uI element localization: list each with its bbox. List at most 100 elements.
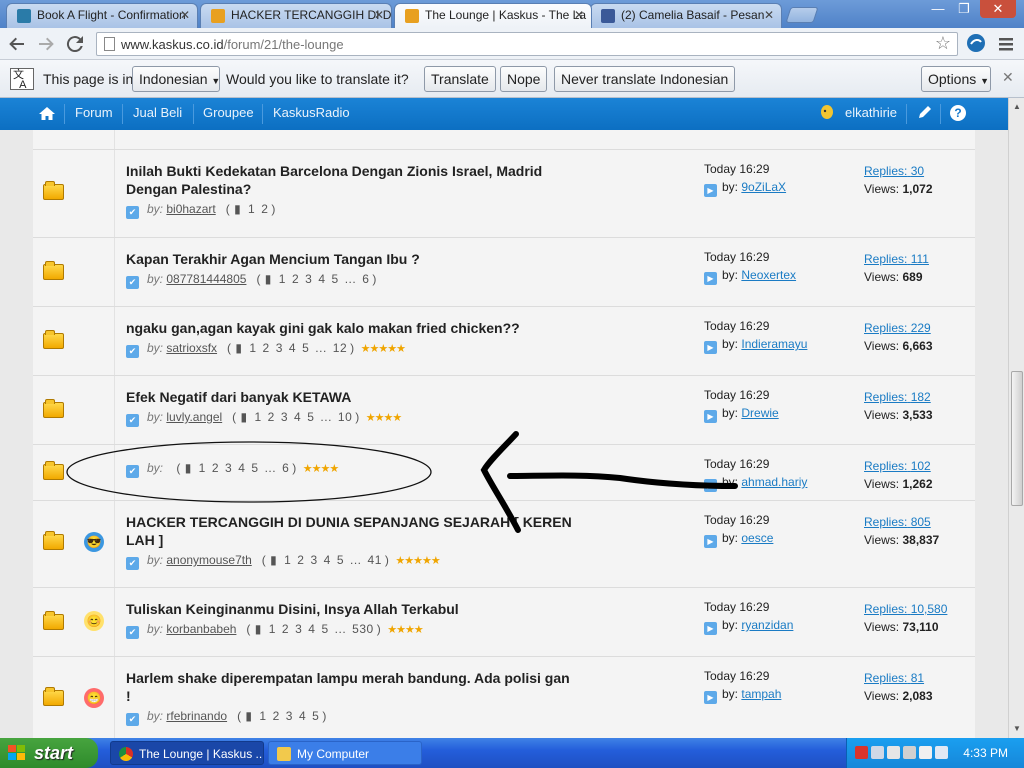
page-link[interactable]: 2 <box>212 461 219 475</box>
tray-antivirus-icon[interactable] <box>855 746 868 759</box>
scroll-up-icon[interactable]: ▲ <box>1011 100 1023 114</box>
address-bar[interactable]: www.kaskus.co.id/forum/21/the-lounge ☆ <box>96 32 958 56</box>
page-link[interactable]: 1 <box>254 410 261 424</box>
page-link[interactable]: 3 <box>295 622 302 636</box>
thread-toggle-icon[interactable]: ✔ <box>126 557 139 570</box>
page-link[interactable]: ... <box>335 622 347 636</box>
page-link[interactable]: 3 <box>286 709 293 723</box>
page-link[interactable]: 4 <box>289 341 296 355</box>
restore-button[interactable]: ❐ <box>954 0 974 18</box>
close-icon[interactable]: ✕ <box>574 4 584 27</box>
go-to-last-post-icon[interactable]: ▶ <box>704 622 717 635</box>
go-to-last-post-icon[interactable]: ▶ <box>704 341 717 354</box>
thread-title[interactable]: Tuliskan Keinginanmu Disini, Insya Allah… <box>126 600 576 618</box>
page-link[interactable]: 4 <box>318 272 325 286</box>
thread-title[interactable]: Inilah Bukti Kedekatan Barcelona Dengan … <box>126 162 576 198</box>
page-link[interactable]: 2 <box>268 410 275 424</box>
go-to-last-post-icon[interactable]: ▶ <box>704 184 717 197</box>
nav-item-kaskusradio[interactable]: KaskusRadio <box>273 98 350 130</box>
close-infobar-icon[interactable]: ✕ <box>1002 69 1014 86</box>
thread-row[interactable]: 😊 Tuliskan Keinginanmu Disini, Insya Alla… <box>33 588 975 657</box>
replies-link[interactable]: Replies: 30 <box>864 164 924 178</box>
bookmark-star-icon[interactable]: ☆ <box>935 33 951 54</box>
page-link[interactable]: 5 <box>332 272 339 286</box>
page-link[interactable]: 2 <box>273 709 280 723</box>
replies-link[interactable]: Replies: 805 <box>864 515 931 529</box>
replies-link[interactable]: Replies: 10,580 <box>864 602 947 616</box>
thread-row[interactable]: Kapan Terakhir Agan Mencium Tangan Ibu ?… <box>33 238 975 307</box>
page-link[interactable]: 5 <box>321 622 328 636</box>
page-link[interactable]: 3 <box>225 461 232 475</box>
translate-button[interactable]: Translate <box>424 66 496 92</box>
page-link[interactable]: 4 <box>299 709 306 723</box>
last-post-author[interactable]: Neoxertex <box>741 268 796 282</box>
replies-link[interactable]: Replies: 229 <box>864 321 931 335</box>
thread-title[interactable]: HACKER TERCANGGIH DI DUNIA SEPANJANG SEJ… <box>126 513 576 549</box>
page-link[interactable]: 4 <box>308 622 315 636</box>
tab-facebook[interactable]: (2) Camelia Basaif - Pesan ✕ <box>590 3 782 28</box>
page-link[interactable]: 3 <box>305 272 312 286</box>
minimize-button[interactable]: — <box>928 0 948 18</box>
tray-audio-icon[interactable] <box>887 746 900 759</box>
page-link[interactable]: 5 <box>302 341 309 355</box>
page-link[interactable]: 1 <box>279 272 286 286</box>
page-link[interactable]: 5 <box>312 709 319 723</box>
page-link[interactable]: 3 <box>276 341 283 355</box>
thread-toggle-icon[interactable]: ✔ <box>126 276 139 289</box>
thread-title[interactable]: Kapan Terakhir Agan Mencium Tangan Ibu ? <box>126 250 576 268</box>
page-link[interactable]: 4 <box>238 461 245 475</box>
taskbar-item-chrome[interactable]: The Lounge | Kaskus ... <box>110 741 264 765</box>
thread-toggle-icon[interactable]: ✔ <box>126 206 139 219</box>
nope-button[interactable]: Nope <box>500 66 548 92</box>
last-post-author[interactable]: 9oZiLaX <box>741 180 786 194</box>
thread-author[interactable]: satrioxsfx <box>166 341 217 355</box>
go-to-last-post-icon[interactable]: ▶ <box>704 691 717 704</box>
page-link[interactable]: 41 <box>368 553 382 567</box>
thread-author[interactable]: 087781444805 <box>166 272 246 286</box>
thread-row[interactable]: ✔ by: ( ▮ 1 2 3 4 5... 6) ★★★★ Today 16:29 ▶ by: a… <box>33 445 975 501</box>
page-link[interactable]: 1 <box>259 709 266 723</box>
page-link[interactable]: ... <box>345 272 357 286</box>
thread-title[interactable]: Harlem shake diperempatan lampu merah ba… <box>126 669 576 705</box>
scroll-down-icon[interactable]: ▼ <box>1011 722 1023 736</box>
nav-item-jual-beli[interactable]: Jual Beli <box>133 98 182 130</box>
last-post-author[interactable]: ryanzidan <box>741 618 793 632</box>
thread-toggle-icon[interactable]: ✔ <box>126 465 139 478</box>
go-to-last-post-icon[interactable]: ▶ <box>704 272 717 285</box>
tray-monitor-icon[interactable] <box>935 746 948 759</box>
tray-network-icon[interactable] <box>871 746 884 759</box>
thread-author[interactable]: anonymouse7th <box>166 553 251 567</box>
page-link[interactable]: 2 <box>261 202 268 216</box>
replies-link[interactable]: Replies: 111 <box>864 252 929 266</box>
page-link[interactable]: 10 <box>338 410 352 424</box>
page-link[interactable]: 2 <box>282 622 289 636</box>
back-button[interactable] <box>5 32 29 56</box>
thread-row[interactable]: 😎 HACKER TERCANGGIH DI DUNIA SEPANJANG SE… <box>33 501 975 588</box>
page-link[interactable]: 1 <box>199 461 206 475</box>
last-post-author[interactable]: ahmad.hariy <box>741 475 807 489</box>
last-post-author[interactable]: oesce <box>741 531 773 545</box>
thread-row[interactable]: 😁 Harlem shake diperempatan lampu merah b… <box>33 657 975 738</box>
nav-item-groupee[interactable]: Groupee <box>203 98 254 130</box>
close-window-button[interactable]: ✕ <box>980 0 1016 18</box>
thread-row[interactable]: Efek Negatif dari banyak KETAWA ✔ by: luvl… <box>33 376 975 445</box>
thread-toggle-icon[interactable]: ✔ <box>126 414 139 427</box>
extension-button[interactable] <box>964 32 988 56</box>
thread-title[interactable]: ngaku gan,agan kayak gini gak kalo makan… <box>126 319 576 337</box>
page-link[interactable]: ... <box>320 410 332 424</box>
page-link[interactable]: 12 <box>333 341 347 355</box>
page-link[interactable]: 3 <box>310 553 317 567</box>
close-icon[interactable]: ✕ <box>180 4 190 27</box>
taskbar-item-my-computer[interactable]: My Computer <box>268 741 422 765</box>
go-to-last-post-icon[interactable]: ▶ <box>704 410 717 423</box>
page-link[interactable]: 1 <box>284 553 291 567</box>
page-link[interactable]: 6 <box>282 461 289 475</box>
page-link[interactable]: 4 <box>294 410 301 424</box>
tray-device-icon[interactable] <box>903 746 916 759</box>
thread-author[interactable]: rfebrinando <box>166 709 227 723</box>
page-link[interactable]: 5 <box>337 553 344 567</box>
go-to-last-post-icon[interactable]: ▶ <box>704 535 717 548</box>
page-link[interactable]: ... <box>315 341 327 355</box>
chrome-menu-button[interactable] <box>994 32 1018 56</box>
thread-author[interactable]: bi0hazart <box>166 202 215 216</box>
